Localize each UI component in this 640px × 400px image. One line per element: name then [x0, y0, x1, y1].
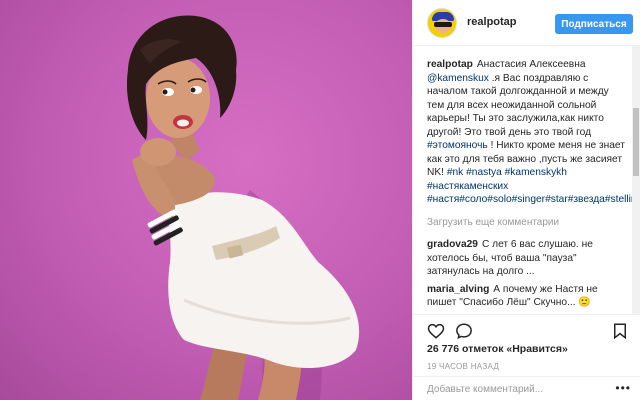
- caption-author[interactable]: realpotap: [427, 59, 473, 70]
- comment-icon[interactable]: [455, 322, 473, 340]
- avatar-glasses: [434, 22, 452, 27]
- comment-thread: gradova29 С лет 6 вас слушаю. не хотелось…: [427, 238, 627, 314]
- post-timestamp[interactable]: 19 ЧАСОВ НАЗАД: [427, 362, 499, 371]
- comments-scrollbar[interactable]: [632, 46, 640, 314]
- caption: realpotap Анастасия Алексеевна @kamenskux…: [427, 58, 633, 207]
- more-options-icon[interactable]: •••: [615, 381, 631, 395]
- comment-input[interactable]: [427, 382, 607, 396]
- hashtag-link[interactable]: #solo: [487, 194, 511, 205]
- hashtag-link[interactable]: #singer: [512, 194, 545, 205]
- heart-icon[interactable]: [427, 322, 445, 340]
- post-header: realpotap Подписаться: [413, 0, 640, 46]
- hashtag-link[interactable]: #nastya: [466, 167, 502, 178]
- comment-author[interactable]: maria_alving: [427, 284, 489, 295]
- post-photo[interactable]: [0, 0, 412, 400]
- follow-button[interactable]: Подписаться: [555, 14, 633, 34]
- likes-count[interactable]: 26 776 отметок «Нравится»: [427, 343, 568, 355]
- hashtag-link[interactable]: #star: [545, 194, 568, 205]
- photo-illustration: [126, 15, 360, 400]
- post-sidebar: realpotap Подписаться realpotap Анастасия…: [412, 0, 640, 400]
- caption-text: Анастасия Алексеевна @kamenskux .я Вас п…: [427, 59, 633, 205]
- hashtag-link[interactable]: #этомояночь: [427, 140, 488, 151]
- hashtag-link[interactable]: #stellina: [605, 194, 633, 205]
- username-link[interactable]: realpotap: [467, 16, 517, 28]
- scrollbar-thumb[interactable]: [633, 108, 639, 176]
- bookmark-icon[interactable]: [611, 322, 629, 340]
- hashtag-link[interactable]: #kamenskykh: [505, 167, 567, 178]
- avatar[interactable]: [427, 8, 457, 38]
- comment-row: gradova29 С лет 6 вас слушаю. не хотелось…: [427, 238, 627, 279]
- hashtag-link[interactable]: #настя: [427, 194, 459, 205]
- hashtag-link[interactable]: #соло: [459, 194, 487, 205]
- hashtag-link[interactable]: #nk: [447, 167, 463, 178]
- caption-fragment: Анастасия Алексеевна: [476, 59, 586, 70]
- hashtag-link[interactable]: #настякаменских: [427, 181, 508, 192]
- load-more-comments-link[interactable]: Загрузить еще комментарии: [427, 216, 627, 230]
- add-comment-bar: •••: [413, 376, 640, 400]
- comment-author[interactable]: gradova29: [427, 239, 478, 250]
- action-bar: [413, 314, 640, 346]
- comments-list[interactable]: realpotap Анастасия Алексеевна @kamenskux…: [413, 46, 633, 314]
- comment-row: maria_alving А почему же Настя не пишет "…: [427, 283, 627, 310]
- mention-link[interactable]: @kamenskux: [427, 73, 489, 84]
- hashtag-link[interactable]: #звезда: [568, 194, 605, 205]
